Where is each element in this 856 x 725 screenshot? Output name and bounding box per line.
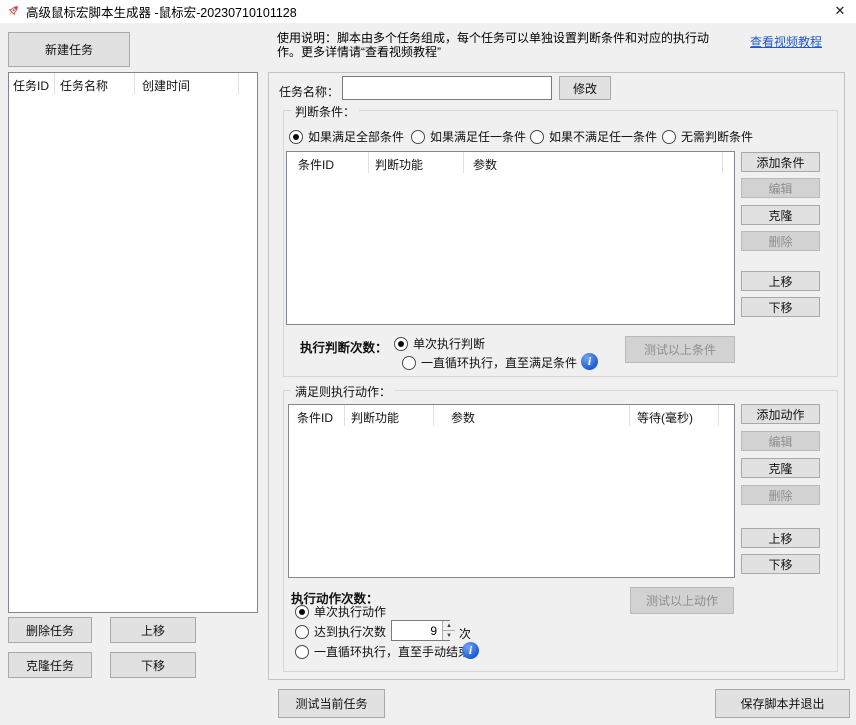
rocket-app-icon <box>5 4 20 19</box>
radio-label: 如果满足任一条件 <box>430 128 526 145</box>
radio-icon <box>402 356 416 370</box>
test-conditions-button[interactable]: 测试以上条件 <box>625 336 735 363</box>
times-suffix-label: 次 <box>459 625 471 642</box>
radio-single-judge[interactable]: 单次执行判断 <box>394 336 485 351</box>
column-header-condition-id[interactable]: 条件ID <box>289 405 345 426</box>
radio-icon <box>530 130 544 144</box>
radio-checked-icon <box>394 337 408 351</box>
column-header-judge-function[interactable]: 判断功能 <box>345 405 434 426</box>
task-name-label: 任务名称： <box>279 83 339 100</box>
spinner-buttons: ▲ ▼ <box>442 621 455 640</box>
move-condition-up-button[interactable]: 上移 <box>741 271 820 291</box>
add-condition-button[interactable]: 添加条件 <box>741 152 820 172</box>
column-header-stub <box>719 405 734 426</box>
actions-table-header: 条件ID 判断功能 参数 等待(毫秒) <box>289 405 734 426</box>
modify-button[interactable]: 修改 <box>559 76 611 100</box>
close-icon[interactable]: ✕ <box>830 2 850 20</box>
clone-task-button[interactable]: 克隆任务 <box>8 652 92 678</box>
test-actions-button[interactable]: 测试以上动作 <box>630 587 734 614</box>
column-header-parameters[interactable]: 参数 <box>434 405 630 426</box>
radio-loop-action[interactable]: 一直循环执行，直至手动结束 <box>295 644 470 659</box>
column-header-task-id[interactable]: 任务ID <box>9 73 55 94</box>
add-action-button[interactable]: 添加动作 <box>741 404 820 424</box>
radio-label: 单次执行判断 <box>413 335 485 352</box>
column-header-wait-ms[interactable]: 等待(毫秒) <box>630 405 719 426</box>
spin-down-icon[interactable]: ▼ <box>442 631 455 640</box>
column-header-parameters[interactable]: 参数 <box>464 152 723 173</box>
radio-repeat-count[interactable]: 达到执行次数 <box>295 624 386 639</box>
clone-action-button[interactable]: 克隆 <box>741 458 820 478</box>
radio-icon <box>662 130 676 144</box>
delete-condition-button[interactable]: 删除 <box>741 231 820 251</box>
radio-no-condition-needed[interactable]: 无需判断条件 <box>662 129 753 144</box>
task-list-header: 任务ID 任务名称 创建时间 <box>9 73 257 94</box>
move-task-up-button[interactable]: 上移 <box>110 617 196 643</box>
radio-match-any-condition[interactable]: 如果满足任一条件 <box>411 129 526 144</box>
move-task-down-button[interactable]: 下移 <box>110 652 196 678</box>
video-tutorial-link[interactable]: 查看视频教程 <box>750 33 822 50</box>
radio-icon <box>295 625 309 639</box>
repeat-count-input[interactable] <box>392 621 442 640</box>
spin-up-icon[interactable]: ▲ <box>442 621 455 631</box>
new-task-button[interactable]: 新建任务 <box>8 32 130 67</box>
repeat-count-spinner[interactable]: ▲ ▼ <box>391 620 450 641</box>
conditions-group-label: 判断条件： <box>291 103 359 120</box>
radio-checked-icon <box>295 605 309 619</box>
column-header-stub <box>239 73 257 94</box>
column-header-stub <box>723 152 734 173</box>
radio-label: 一直循环执行，直至手动结束 <box>314 643 470 660</box>
radio-icon <box>295 645 309 659</box>
radio-label: 一直循环执行，直至满足条件 <box>421 354 577 371</box>
radio-label: 无需判断条件 <box>681 128 753 145</box>
actions-table[interactable]: 条件ID 判断功能 参数 等待(毫秒) <box>288 404 735 578</box>
radio-match-all-conditions[interactable]: 如果满足全部条件 <box>289 129 404 144</box>
column-header-condition-id[interactable]: 条件ID <box>287 152 369 173</box>
clone-condition-button[interactable]: 克隆 <box>741 205 820 225</box>
column-header-judge-function[interactable]: 判断功能 <box>369 152 464 173</box>
task-name-input[interactable] <box>342 76 552 100</box>
radio-checked-icon <box>289 130 303 144</box>
title-bar: 高级鼠标宏脚本生成器 -鼠标宏-20230710101128 ✕ <box>0 0 856 23</box>
conditions-table[interactable]: 条件ID 判断功能 参数 <box>286 151 735 325</box>
judge-loop-info-icon[interactable]: i <box>581 353 598 370</box>
move-action-down-button[interactable]: 下移 <box>741 554 820 574</box>
radio-label: 如果不满足任一条件 <box>549 128 657 145</box>
radio-label: 单次执行动作 <box>314 603 386 620</box>
usage-instructions: 使用说明：脚本由多个任务组成，每个任务可以单独设置判断条件和对应的执行动作。更多… <box>277 31 729 61</box>
radio-not-match-any-condition[interactable]: 如果不满足任一条件 <box>530 129 657 144</box>
actions-group-label: 满足则执行动作： <box>291 383 395 400</box>
conditions-table-header: 条件ID 判断功能 参数 <box>287 152 734 173</box>
move-action-up-button[interactable]: 上移 <box>741 528 820 548</box>
edit-condition-button[interactable]: 编辑 <box>741 178 820 198</box>
column-header-created-time[interactable]: 创建时间 <box>135 73 239 94</box>
radio-label: 达到执行次数 <box>314 623 386 640</box>
move-condition-down-button[interactable]: 下移 <box>741 297 820 317</box>
delete-task-button[interactable]: 删除任务 <box>8 617 92 643</box>
radio-label: 如果满足全部条件 <box>308 128 404 145</box>
radio-icon <box>411 130 425 144</box>
column-header-task-name[interactable]: 任务名称 <box>55 73 135 94</box>
delete-action-button[interactable]: 删除 <box>741 485 820 505</box>
radio-single-action[interactable]: 单次执行动作 <box>295 604 386 619</box>
edit-action-button[interactable]: 编辑 <box>741 431 820 451</box>
judge-count-label: 执行判断次数： <box>300 337 388 356</box>
save-and-exit-button[interactable]: 保存脚本并退出 <box>715 689 850 718</box>
action-loop-info-icon[interactable]: i <box>462 642 479 659</box>
test-current-task-button[interactable]: 测试当前任务 <box>278 689 385 718</box>
window-title: 高级鼠标宏脚本生成器 -鼠标宏-20230710101128 <box>26 2 297 21</box>
task-list[interactable]: 任务ID 任务名称 创建时间 <box>8 72 258 613</box>
radio-loop-judge[interactable]: 一直循环执行，直至满足条件 <box>402 355 577 370</box>
app-window: 高级鼠标宏脚本生成器 -鼠标宏-20230710101128 ✕ 新建任务 任务… <box>0 0 856 725</box>
